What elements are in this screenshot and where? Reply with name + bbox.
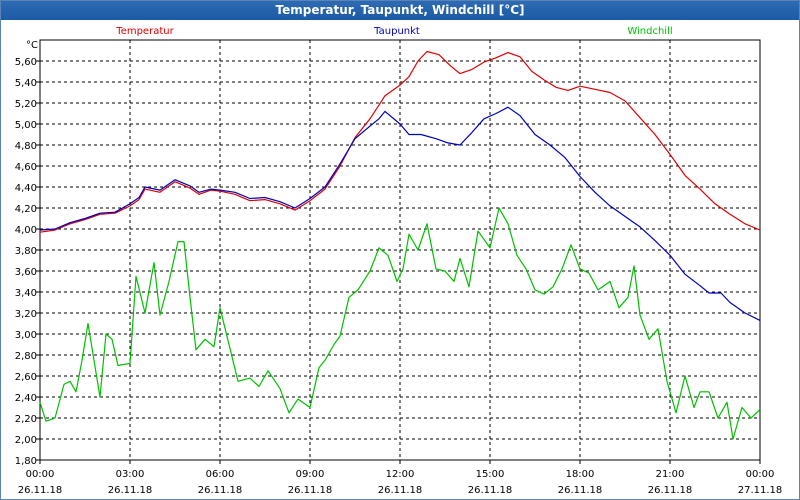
x-tick-date: 26.11.18 (378, 485, 423, 496)
legend-windchill: Windchill (627, 26, 672, 37)
y-tick-label: 3,00 (15, 330, 37, 341)
y-tick-label: 3,60 (15, 267, 37, 278)
legend: Temperatur Taupunkt Windchill (115, 26, 672, 37)
y-tick-label: 1,80 (15, 456, 37, 467)
x-tick-time: 18:00 (566, 469, 595, 480)
y-tick-label: 2,60 (15, 372, 37, 383)
y-axis-unit: °C (26, 40, 38, 51)
x-tick-date: 26.11.18 (198, 485, 243, 496)
x-tick-time: 21:00 (656, 469, 685, 480)
y-tick-label: 3,20 (15, 309, 37, 320)
y-tick-label: 2,00 (15, 435, 37, 446)
y-tick-label: 2,20 (15, 414, 37, 425)
x-tick-time: 09:00 (296, 469, 325, 480)
legend-temperatur: Temperatur (115, 26, 174, 37)
x-tick-date: 26.11.18 (648, 485, 693, 496)
x-tick-date: 26.11.18 (468, 485, 513, 496)
x-tick-time: 12:00 (386, 469, 415, 480)
x-tick-date: 27.11.18 (738, 485, 783, 496)
y-tick-label: 2,40 (15, 393, 37, 404)
y-axis: 1,80 2,00 2,20 2,40 2,60 2,80 3,00 3,20 3,40 3,60… (15, 57, 40, 467)
x-tick-time: 00:00 (746, 469, 775, 480)
grid (40, 40, 760, 460)
y-tick-label: 5,20 (15, 99, 37, 110)
x-tick-date: 26.11.18 (558, 485, 603, 496)
y-tick-label: 4,40 (15, 183, 37, 194)
x-tick-time: 00:00 (26, 469, 55, 480)
y-tick-label: 5,40 (15, 78, 37, 89)
line-chart: 1,80 2,00 2,20 2,40 2,60 2,80 3,00 3,20 3,40 3,60… (15, 26, 783, 496)
y-tick-label: 5,00 (15, 120, 37, 131)
y-tick-label: 3,80 (15, 246, 37, 257)
y-tick-label: 4,80 (15, 141, 37, 152)
x-tick-date: 26.11.18 (108, 485, 153, 496)
x-tick-time: 15:00 (476, 469, 505, 480)
y-tick-label: 4,00 (15, 225, 37, 236)
x-tick-date: 26.11.18 (18, 485, 63, 496)
y-tick-label: 4,20 (15, 204, 37, 215)
y-tick-label: 3,40 (15, 288, 37, 299)
x-tick-time: 03:00 (116, 469, 145, 480)
y-tick-label: 5,60 (15, 57, 37, 68)
y-tick-label: 4,60 (15, 162, 37, 173)
legend-taupunkt: Taupunkt (373, 26, 420, 37)
x-tick-time: 06:00 (206, 469, 235, 480)
x-axis: 00:00 26.11.18 03:00 26.11.18 06:00 26.11.18 0… (18, 460, 783, 496)
y-tick-label: 2,80 (15, 351, 37, 362)
x-tick-date: 26.11.18 (288, 485, 333, 496)
